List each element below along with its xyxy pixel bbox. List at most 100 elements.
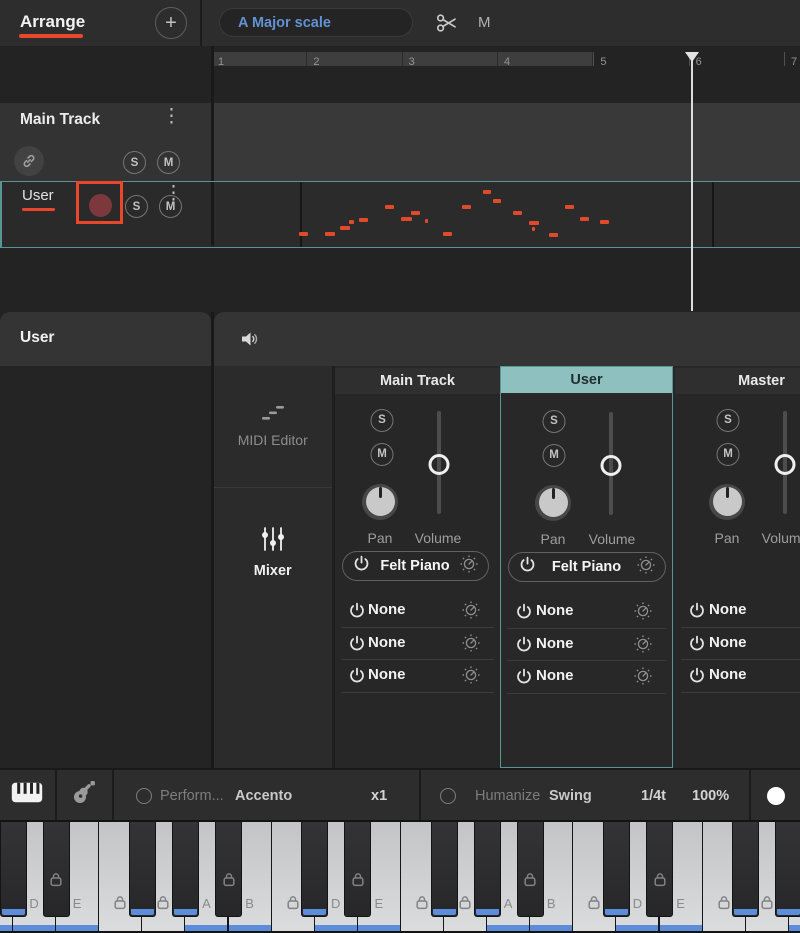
midi-region[interactable] <box>214 182 800 247</box>
midi-note[interactable] <box>462 205 471 209</box>
piano-key-black[interactable] <box>172 822 199 917</box>
midi-note[interactable] <box>600 220 609 224</box>
piano-key-black[interactable] <box>344 822 371 917</box>
piano-key-black[interactable] <box>732 822 759 917</box>
editor-panel-header[interactable]: User <box>0 312 211 366</box>
power-icon[interactable] <box>516 668 533 690</box>
ruler-bar[interactable]: 3 <box>403 52 498 66</box>
mute-button[interactable]: M <box>159 195 182 218</box>
dial-icon[interactable] <box>634 635 652 658</box>
power-icon[interactable] <box>349 667 366 689</box>
humanize-value[interactable]: Swing <box>549 788 592 804</box>
midi-note[interactable] <box>349 220 354 224</box>
dial-icon[interactable] <box>637 556 655 579</box>
dial-icon[interactable] <box>462 601 480 624</box>
ruler-bar[interactable]: 5 <box>593 52 688 66</box>
power-icon[interactable] <box>689 667 706 689</box>
ruler-bar[interactable]: 2 <box>307 52 402 66</box>
mute-button[interactable]: M <box>157 151 180 174</box>
power-icon[interactable] <box>689 635 706 657</box>
power-icon[interactable] <box>353 555 370 577</box>
midi-note[interactable] <box>549 233 558 237</box>
playhead[interactable] <box>691 52 693 311</box>
piano-key-black[interactable] <box>43 822 70 917</box>
mute-button[interactable]: M <box>717 443 740 466</box>
volume-slider-thumb[interactable] <box>428 454 449 475</box>
midi-note[interactable] <box>580 217 589 221</box>
perform-multiplier[interactable]: x1 <box>371 788 387 804</box>
midi-note[interactable] <box>493 199 501 203</box>
piano-key-black[interactable] <box>517 822 544 917</box>
link-button[interactable] <box>14 146 44 176</box>
power-icon[interactable] <box>516 603 533 625</box>
ruler-bar[interactable]: 7 <box>784 52 800 66</box>
volume-slider-thumb[interactable] <box>601 455 622 476</box>
midi-note[interactable] <box>401 217 412 221</box>
effect-slot[interactable]: None <box>507 628 666 662</box>
tab-midi-editor[interactable]: MIDI Editor <box>214 366 333 487</box>
add-track-button[interactable]: + <box>155 7 187 39</box>
ruler-bar[interactable]: 6 <box>689 52 784 66</box>
key-scale-button[interactable]: A Major scale <box>219 8 413 37</box>
piano-key-black[interactable] <box>215 822 242 917</box>
main-track-header[interactable]: Main Track ⋮ S M <box>0 103 211 181</box>
midi-note[interactable] <box>532 227 535 231</box>
tab-mixer[interactable]: Mixer <box>214 487 333 605</box>
strip-header[interactable]: Master <box>675 368 800 394</box>
perform-toggle[interactable] <box>136 788 152 804</box>
speaker-icon[interactable] <box>240 329 260 349</box>
power-icon[interactable] <box>519 556 536 578</box>
effect-slot[interactable]: None <box>507 595 666 629</box>
dial-icon[interactable] <box>634 602 652 625</box>
track-menu-icon[interactable]: ⋮ <box>162 107 181 126</box>
midi-note[interactable] <box>385 205 394 209</box>
piano-key-black[interactable] <box>301 822 328 917</box>
effect-slot[interactable]: None <box>341 627 494 661</box>
pan-knob[interactable] <box>535 485 571 521</box>
playhead-handle[interactable] <box>685 52 699 62</box>
effect-slot[interactable]: None <box>681 659 800 693</box>
ruler-bar[interactable]: 1 <box>212 52 307 66</box>
effect-slot[interactable]: None <box>681 594 800 628</box>
dial-icon[interactable] <box>634 667 652 690</box>
mute-button[interactable]: M <box>371 443 394 466</box>
piano-key-black[interactable] <box>0 822 27 917</box>
dial-icon[interactable] <box>462 666 480 689</box>
piano-key-black[interactable] <box>775 822 800 917</box>
effect-slot[interactable]: None <box>681 627 800 661</box>
effect-slot[interactable]: None <box>507 660 666 694</box>
piano-key-black[interactable] <box>603 822 630 917</box>
strip-header[interactable]: Main Track <box>335 368 500 394</box>
piano-key-black[interactable] <box>474 822 501 917</box>
piano-key-black[interactable] <box>129 822 156 917</box>
pan-knob[interactable] <box>709 484 745 520</box>
effect-slot[interactable]: None <box>341 659 494 693</box>
midi-note[interactable] <box>483 190 491 194</box>
pan-knob[interactable] <box>362 484 398 520</box>
instrument-selector[interactable]: Felt Piano <box>508 552 666 582</box>
dial-icon[interactable] <box>462 634 480 657</box>
effect-slot[interactable]: None <box>341 594 494 628</box>
midi-note[interactable] <box>411 211 420 215</box>
mute-button[interactable]: M <box>543 444 566 467</box>
piano-key-black[interactable] <box>646 822 673 917</box>
power-icon[interactable] <box>349 602 366 624</box>
solo-button[interactable]: S <box>717 409 740 432</box>
midi-note[interactable] <box>443 232 452 236</box>
power-icon[interactable] <box>516 636 533 658</box>
user-track-header[interactable]: User ⋮ S M <box>0 182 211 247</box>
perform-value[interactable]: Accento <box>235 788 292 804</box>
midi-note[interactable] <box>513 211 522 215</box>
humanize-toggle[interactable] <box>440 788 456 804</box>
instrument-selector[interactable]: Felt Piano <box>342 551 489 581</box>
power-icon[interactable] <box>689 602 706 624</box>
swing-amount[interactable]: 100% <box>692 788 729 804</box>
scissors-icon[interactable] <box>436 12 458 34</box>
solo-button[interactable]: S <box>123 151 146 174</box>
midi-note[interactable] <box>425 219 428 223</box>
dial-icon[interactable] <box>460 555 478 578</box>
keyboard-mode-button[interactable] <box>11 782 43 808</box>
strip-header[interactable]: User <box>501 367 672 393</box>
midi-note[interactable] <box>340 226 350 230</box>
main-track-lane[interactable] <box>214 103 800 181</box>
